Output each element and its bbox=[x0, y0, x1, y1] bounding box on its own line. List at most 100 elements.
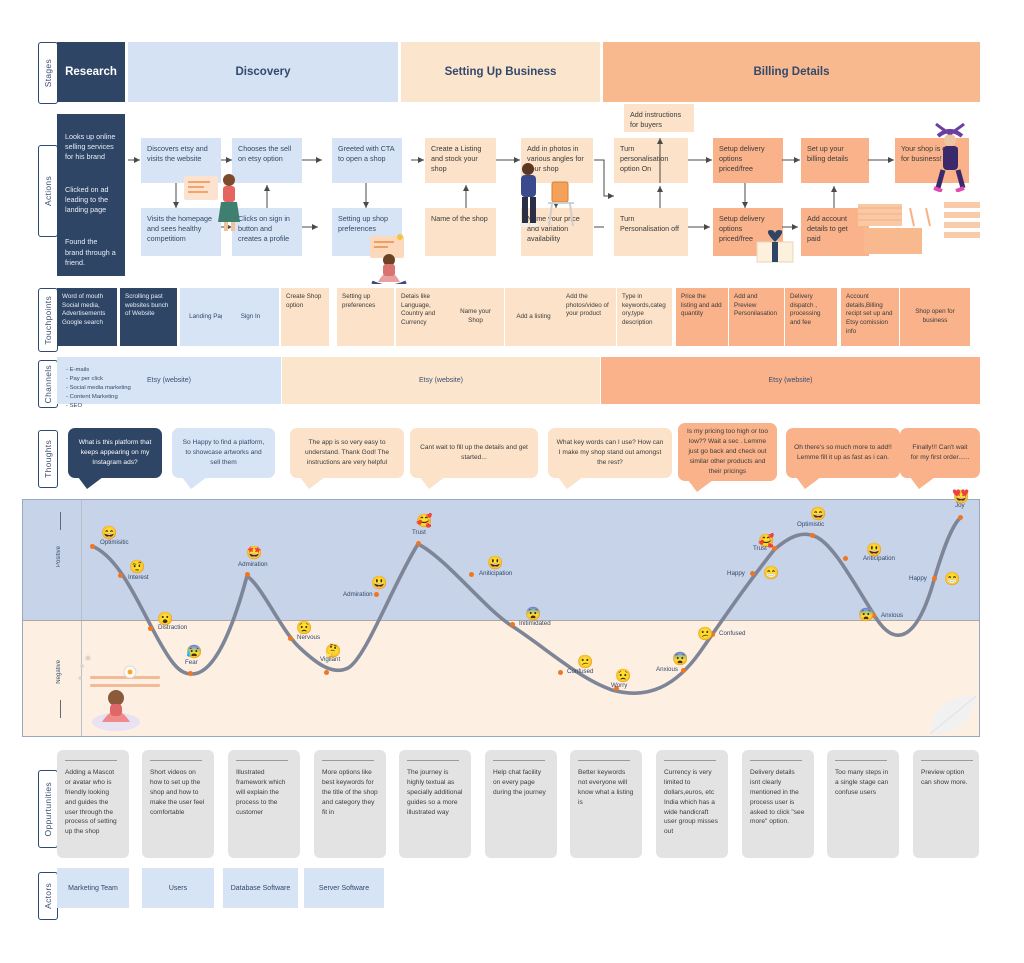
emotion-label-4: Nervous bbox=[297, 634, 321, 641]
emotion-dot-4[interactable] bbox=[287, 635, 293, 641]
touchpoint-8[interactable]: Add a listing bbox=[505, 288, 562, 346]
thought-bubble-3[interactable]: Cant wait to fill up the details and get… bbox=[410, 428, 538, 489]
thought-bubble-6[interactable]: Oh there's so much more to add!! Lemme f… bbox=[786, 428, 900, 489]
opportunity-text-6: Better keywords not everyone will know w… bbox=[578, 769, 634, 806]
action-box-4[interactable]: Greeted with CTA to open a shop bbox=[332, 138, 402, 183]
channel-block-1[interactable]: Etsy (website) bbox=[282, 357, 600, 404]
touchpoint-3[interactable]: Sign In bbox=[222, 288, 279, 346]
action-box-16[interactable]: Add account details to get paid bbox=[801, 208, 869, 256]
actor-3[interactable]: Server Software bbox=[304, 868, 384, 908]
opportunity-card-9[interactable]: Too many steps in a single stage can con… bbox=[827, 750, 899, 858]
action-box-9[interactable]: Name your price and variation availabili… bbox=[521, 208, 593, 256]
emotion-dot-10[interactable] bbox=[509, 621, 515, 627]
action-box-3[interactable]: Clicks on sign in button and creates a p… bbox=[232, 208, 302, 256]
touchpoint-9[interactable]: Add the photos/video of your product bbox=[561, 288, 616, 346]
emotion-dot-2[interactable] bbox=[147, 625, 153, 631]
opportunity-card-7[interactable]: Currency is very limited to dollars,euro… bbox=[656, 750, 728, 858]
touchpoint-4[interactable]: Create Shop option bbox=[281, 288, 329, 346]
touchpoint-7[interactable]: Name your Shop bbox=[447, 288, 504, 346]
emotion-dot-5[interactable] bbox=[323, 669, 329, 675]
touchpoint-5[interactable]: Setting up preferences bbox=[337, 288, 394, 346]
action-box-6[interactable]: Create a Listing and stock your shop bbox=[425, 138, 496, 183]
opportunity-rule-8 bbox=[750, 760, 802, 761]
emotion-dot-15[interactable] bbox=[749, 570, 755, 576]
touchpoint-1[interactable]: Scrolling past websites bunch of Website bbox=[120, 288, 177, 346]
actor-1[interactable]: Users bbox=[142, 868, 214, 908]
emotion-dot-7[interactable] bbox=[373, 591, 379, 597]
action-box-11[interactable]: Turn personalisation option On bbox=[614, 138, 688, 183]
opportunity-card-8[interactable]: Delivery details isnt clearly mentioned … bbox=[742, 750, 814, 858]
opportunity-text-5: Help chat facility on every page during … bbox=[493, 769, 546, 796]
thought-bubble-1[interactable]: So Happy to find a platform, to showcase… bbox=[172, 428, 275, 489]
touchpoint-12[interactable]: Add and Preview Personilasation bbox=[729, 288, 784, 346]
thought-bubble-tail-1 bbox=[182, 477, 207, 489]
emotion-dot-6[interactable] bbox=[244, 571, 250, 577]
opportunity-card-10[interactable]: Preview option can show more. bbox=[913, 750, 979, 858]
emotion-dot-11[interactable] bbox=[557, 669, 563, 675]
emotion-emoji-10: 😨 bbox=[525, 606, 542, 621]
emotion-dot-13[interactable] bbox=[680, 667, 686, 673]
emotion-dot-3[interactable] bbox=[187, 670, 193, 676]
opportunity-card-4[interactable]: The journey is highly textual as special… bbox=[399, 750, 471, 858]
opportunity-rule-7 bbox=[664, 760, 716, 761]
action-box-17[interactable]: Your shop is open for business! bbox=[895, 138, 969, 183]
action-box-2[interactable]: Chooses the sell on etsy option bbox=[232, 138, 302, 183]
opportunity-card-6[interactable]: Better keywords not everyone will know w… bbox=[570, 750, 642, 858]
stage-setting-up-business[interactable]: Setting Up Business bbox=[401, 42, 600, 102]
emotion-label-15: Happy bbox=[727, 570, 745, 577]
emotion-dot-8[interactable] bbox=[415, 540, 421, 546]
action-box-1[interactable]: Visits the homepage and sees healthy com… bbox=[141, 208, 221, 256]
thought-bubble-4[interactable]: What key words can I use? How can I make… bbox=[548, 428, 672, 489]
action-box-15[interactable]: Set up your billing details bbox=[801, 138, 869, 183]
thought-bubble-0[interactable]: What is this platform that keeps appeari… bbox=[68, 428, 162, 489]
emotion-emoji-1: 🤨 bbox=[129, 559, 146, 574]
opportunity-card-2[interactable]: Illustrated framework which will explain… bbox=[228, 750, 300, 858]
emotion-label-13: Anxious bbox=[656, 666, 679, 673]
thought-bubble-7[interactable]: Finally!!! Can't wait for my first order… bbox=[900, 428, 980, 489]
emotion-dot-1[interactable] bbox=[117, 572, 123, 578]
action-box-8[interactable]: Add in photos in various angles for your… bbox=[521, 138, 593, 183]
emotion-dot-20[interactable] bbox=[931, 575, 937, 581]
opportunity-card-0[interactable]: Adding a Mascot or avatar who is friendl… bbox=[57, 750, 129, 858]
action-box-0[interactable]: Discovers etsy and visits the website bbox=[141, 138, 221, 183]
touchpoint-11[interactable]: Price the listing and add quantity bbox=[676, 288, 728, 346]
emotion-dot-21[interactable] bbox=[957, 514, 963, 520]
channel-block-2[interactable]: Etsy (website) bbox=[601, 357, 980, 404]
action-box-13[interactable]: Setup delivery options priced/free bbox=[713, 138, 783, 183]
thought-bubble-tail-0 bbox=[78, 477, 103, 489]
action-box-12[interactable]: Turn Personalisation off bbox=[614, 208, 688, 256]
opportunity-card-3[interactable]: More options like best keywords for the … bbox=[314, 750, 386, 858]
emotion-emoji-12: 😟 bbox=[615, 668, 632, 683]
actor-0[interactable]: Marketing Team bbox=[57, 868, 129, 908]
touchpoint-15[interactable]: Shop open for business bbox=[900, 288, 970, 346]
emotion-dot-18[interactable] bbox=[842, 555, 848, 561]
stage-research[interactable]: Research bbox=[57, 42, 125, 102]
action-box-7[interactable]: Name of the shop bbox=[425, 208, 496, 256]
touchpoint-14[interactable]: Account details,Billing recipt set up an… bbox=[841, 288, 899, 346]
emotion-emoji-14: 😕 bbox=[697, 626, 714, 641]
emotion-dot-17[interactable] bbox=[809, 532, 815, 538]
actor-2[interactable]: Database Software bbox=[223, 868, 298, 908]
thought-bubble-2[interactable]: The app is so very easy to understand. T… bbox=[290, 428, 404, 489]
opportunity-rule-0 bbox=[65, 760, 117, 761]
emotion-label-8: Trust bbox=[412, 529, 426, 536]
opportunity-card-1[interactable]: Short videos on how to set up the shop a… bbox=[142, 750, 214, 858]
opportunity-rule-2 bbox=[236, 760, 288, 761]
opportunity-card-5[interactable]: Help chat facility on every page during … bbox=[485, 750, 557, 858]
row-label-touchpoints: Touchpoints bbox=[38, 288, 58, 352]
thought-bubble-tail-5 bbox=[688, 480, 713, 492]
emotion-emoji-8: 🥰 bbox=[416, 513, 433, 528]
action-box-10[interactable]: Add instructions for buyers bbox=[624, 104, 694, 132]
action-box-14[interactable]: Setup delivery options priced/free bbox=[713, 208, 783, 256]
touchpoint-10[interactable]: Type in keywords,categ ory,type descript… bbox=[617, 288, 672, 346]
emotion-dot-9[interactable] bbox=[468, 571, 474, 577]
thought-bubble-text-5: Is my pricing too high or too low?? Wait… bbox=[687, 428, 768, 475]
touchpoint-13[interactable]: Delivery dispatch , processing and fee bbox=[785, 288, 837, 346]
emotion-dot-0[interactable] bbox=[89, 543, 95, 549]
stage-discovery[interactable]: Discovery bbox=[128, 42, 398, 102]
thought-bubble-5[interactable]: Is my pricing too high or too low?? Wait… bbox=[678, 423, 777, 492]
stage-billing-details[interactable]: Billing Details bbox=[603, 42, 980, 102]
row-label-opportunities: Oppurtunities bbox=[38, 770, 58, 848]
touchpoint-0[interactable]: Word of mouth Social media, Advertisemen… bbox=[57, 288, 117, 346]
action-box-5[interactable]: Setting up shop preferences bbox=[332, 208, 402, 256]
